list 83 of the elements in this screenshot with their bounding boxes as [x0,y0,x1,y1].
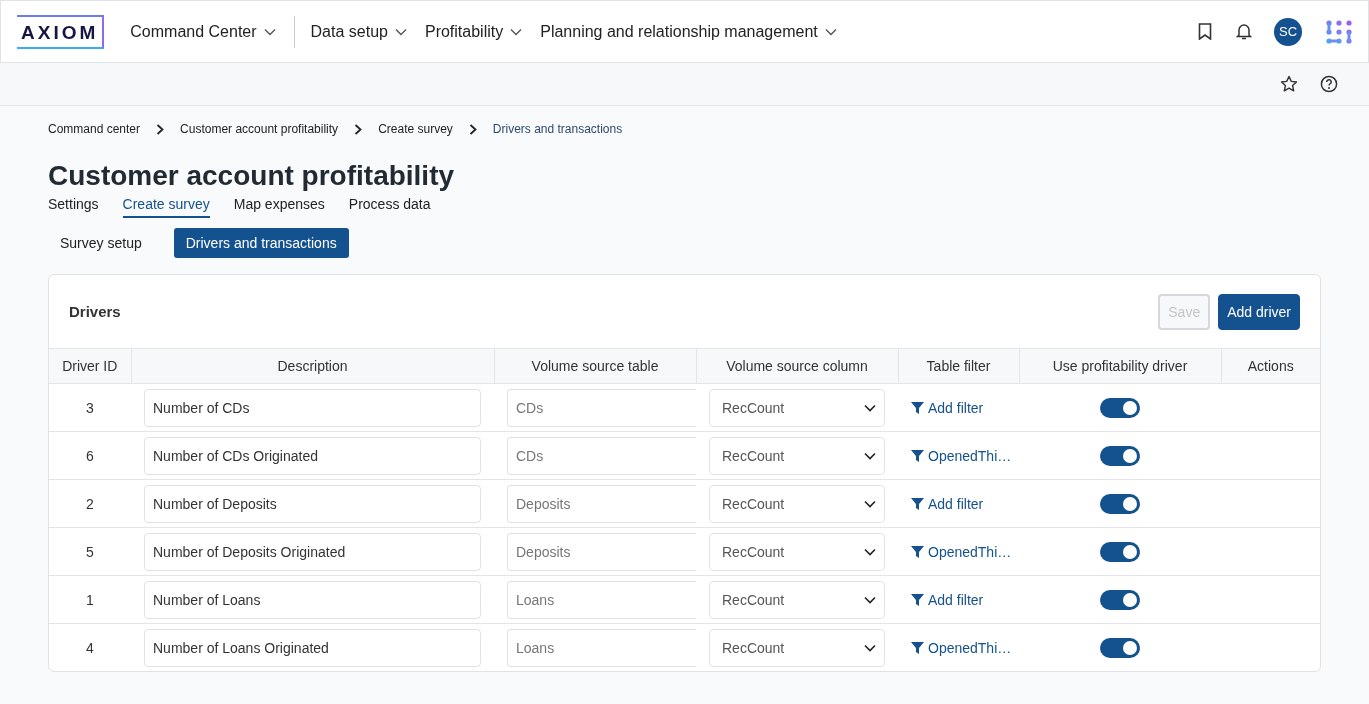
funnel-icon [911,641,924,654]
source-table-field[interactable]: Deposits [507,484,696,523]
column-header: Volume source table [494,348,696,384]
description-field[interactable]: Number of Deposits [144,484,481,523]
chevron-down-icon [510,27,523,36]
funnel-icon [911,449,924,462]
tab[interactable]: Create survey [122,194,210,218]
breadcrumb-link[interactable]: Customer account profitability [180,122,339,136]
star-icon[interactable] [1280,75,1298,93]
user-avatar[interactable]: SC [1274,17,1302,46]
help-icon[interactable] [1320,75,1338,93]
chevron-down-icon [864,595,876,604]
filter-link[interactable]: Add filter [911,591,1006,608]
source-table-field[interactable]: Loans [507,628,696,667]
toggle-switch[interactable] [1100,493,1140,514]
tab[interactable]: Map expenses [233,194,325,218]
bookmark-icon[interactable] [1198,23,1212,40]
toggle-switch[interactable] [1100,589,1140,610]
driver-id-cell: 4 [49,623,131,671]
funnel-icon [911,497,924,510]
nav-menu[interactable]: Planning and relationship management [540,22,837,41]
source-column-select[interactable]: RecCount [709,580,885,619]
chevron-down-icon [864,403,876,412]
sub-tab[interactable]: Drivers and transactions [173,228,349,258]
bell-icon[interactable] [1236,23,1252,40]
source-table-field[interactable]: Loans [507,580,696,619]
chevron-down-icon [394,27,407,36]
column-header: Description [131,348,494,384]
toggle-switch[interactable] [1100,397,1140,418]
driver-id-cell: 2 [49,479,131,528]
description-field[interactable]: Number of CDs [144,388,481,427]
driver-id-cell: 3 [49,383,131,432]
source-column-select[interactable]: RecCount [709,628,885,667]
breadcrumb-link[interactable]: Create survey [378,122,453,136]
source-table-field[interactable]: Deposits [507,532,696,571]
nav-menu[interactable]: Data setup [310,22,407,41]
sub-tab[interactable]: Survey setup [48,228,154,258]
breadcrumb-link[interactable]: Drivers and transactions [492,122,623,136]
driver-id-cell: 1 [49,575,131,624]
source-table-field[interactable]: CDs [507,436,696,475]
toggle-switch[interactable] [1100,637,1140,658]
source-column-select[interactable]: RecCount [709,436,885,475]
column-header: Table filter [898,348,1019,384]
funnel-icon [911,593,924,606]
toggle-switch[interactable] [1100,541,1140,562]
axiom-logo[interactable]: AXIOM [17,14,105,49]
column-header: Actions [1221,348,1320,384]
description-field[interactable]: Number of Loans [144,580,481,619]
description-field[interactable]: Number of Deposits Originated [144,532,481,571]
add-driver-button[interactable]: Add driver [1218,293,1300,330]
nav-menu[interactable]: Command Center [130,22,276,41]
chevron-right-icon [354,123,363,135]
nav-menu[interactable]: Profitability [424,22,523,41]
source-column-select[interactable]: RecCount [709,532,885,571]
column-header: Volume source column [696,348,898,384]
chevron-down-icon [263,27,276,36]
column-header: Use profitability driver [1019,348,1221,384]
chevron-down-icon [864,499,876,508]
description-field[interactable]: Number of CDs Originated [144,436,481,475]
source-column-select[interactable]: RecCount [709,388,885,427]
toggle-switch[interactable] [1100,445,1140,466]
chevron-right-icon [156,123,165,135]
chevron-right-icon [468,123,477,135]
source-column-select[interactable]: RecCount [709,484,885,523]
tab[interactable]: Settings [48,194,99,218]
filter-link[interactable]: Add filter [911,495,1006,512]
driver-id-cell: 5 [49,527,131,576]
funnel-icon [911,401,924,414]
chevron-down-icon [824,27,837,36]
page-title: Customer account profitability [48,160,456,192]
chevron-down-icon [864,643,876,652]
app-grid-icon[interactable] [1326,19,1352,44]
filter-link[interactable]: Add filter [911,399,1006,416]
card-title: Drivers [69,303,121,320]
driver-id-cell: 6 [49,431,131,480]
chevron-down-icon [864,451,876,460]
source-table-field[interactable]: CDs [507,388,696,427]
breadcrumb-link[interactable]: Command center [48,122,141,136]
description-field[interactable]: Number of Loans Originated [144,628,481,667]
funnel-icon [911,545,924,558]
column-header: Driver ID [49,348,131,384]
chevron-down-icon [864,547,876,556]
tab[interactable]: Process data [348,194,431,218]
